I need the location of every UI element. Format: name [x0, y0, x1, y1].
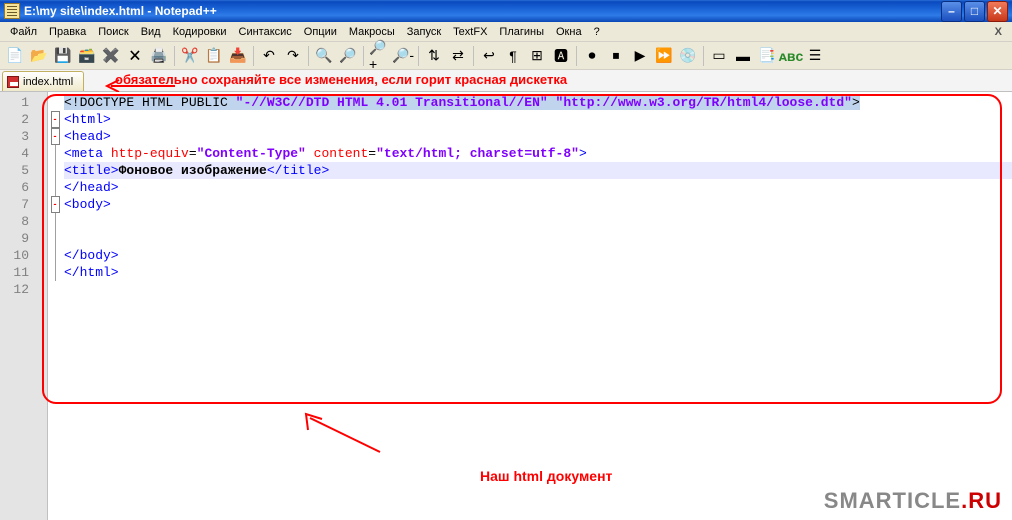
save-all-button[interactable]: 🗃️ — [76, 45, 98, 67]
unsaved-disk-icon — [7, 76, 19, 88]
toolbar: 📄 📂 💾 🗃️ ✖️ 🗙 🖨️ ✂️ 📋 📥 ↶ ↷ 🔍 🔎 🔎+ 🔎- ⇅ … — [0, 42, 1012, 70]
sync-v-button[interactable]: ⇅ — [423, 45, 445, 67]
menu-textfx[interactable]: TextFX — [447, 24, 493, 40]
menu-windows[interactable]: Окна — [550, 24, 588, 40]
misc-button[interactable]: ☰ — [804, 45, 826, 67]
new-file-button[interactable]: 📄 — [4, 45, 26, 67]
redo-button[interactable]: ↷ — [282, 45, 304, 67]
menu-view[interactable]: Вид — [135, 24, 167, 40]
lang-button[interactable]: 🅰 — [550, 45, 572, 67]
panel1-button[interactable]: ▭ — [708, 45, 730, 67]
play-multi-button[interactable]: ⏩ — [653, 45, 675, 67]
menu-macros[interactable]: Макросы — [343, 24, 401, 40]
replace-button[interactable]: 🔎 — [337, 45, 359, 67]
save-button[interactable]: 💾 — [52, 45, 74, 67]
fold-icon[interactable]: - — [51, 128, 60, 145]
menu-encoding[interactable]: Кодировки — [167, 24, 233, 40]
menu-search[interactable]: Поиск — [92, 24, 134, 40]
zoom-in-button[interactable]: 🔎+ — [368, 45, 390, 67]
tabs-row: index.html обязательно сохраняйте все из… — [0, 70, 1012, 92]
sync-h-button[interactable]: ⇄ — [447, 45, 469, 67]
line-number-gutter: 123456 789101112 — [0, 92, 48, 520]
code-area[interactable]: <!DOCTYPE HTML PUBLIC "-//W3C//DTD HTML … — [62, 92, 1012, 520]
zoom-out-button[interactable]: 🔎- — [392, 45, 414, 67]
window-titlebar: E:\my site\index.html - Notepad++ – □ ✕ — [0, 0, 1012, 22]
menu-run[interactable]: Запуск — [401, 24, 447, 40]
spellcheck-button[interactable]: ᴀʙᴄ — [780, 45, 802, 67]
cut-button[interactable]: ✂️ — [179, 45, 201, 67]
stop-macro-button[interactable]: ⏹ — [605, 45, 627, 67]
menu-plugins[interactable]: Плагины — [493, 24, 550, 40]
fold-icon[interactable]: - — [51, 111, 60, 128]
annotation-save-hint: обязательно сохраняйте все изменения, ес… — [115, 72, 567, 87]
print-button[interactable]: 🖨️ — [148, 45, 170, 67]
save-macro-button[interactable]: 💿 — [677, 45, 699, 67]
tab-index-html[interactable]: index.html — [2, 71, 84, 91]
fold-icon[interactable]: - — [51, 196, 60, 213]
show-all-chars-button[interactable]: ¶ — [502, 45, 524, 67]
indent-guide-button[interactable]: ⊞ — [526, 45, 548, 67]
paste-button[interactable]: 📥 — [227, 45, 249, 67]
close-all-button[interactable]: 🗙 — [124, 45, 146, 67]
menu-help[interactable]: ? — [588, 24, 606, 40]
fold-column: - - - — [48, 92, 62, 520]
menu-edit[interactable]: Правка — [43, 24, 92, 40]
watermark: SMARTICLE.RU — [824, 488, 1002, 514]
menu-file[interactable]: Файл — [4, 24, 43, 40]
mdi-close-icon[interactable]: X — [995, 26, 1002, 38]
close-file-button[interactable]: ✖️ — [100, 45, 122, 67]
open-file-button[interactable]: 📂 — [28, 45, 50, 67]
play-macro-button[interactable]: ▶ — [629, 45, 651, 67]
panel3-button[interactable]: 📑 — [756, 45, 778, 67]
tab-label: index.html — [23, 76, 73, 88]
minimize-button[interactable]: – — [941, 1, 962, 22]
close-button[interactable]: ✕ — [987, 1, 1008, 22]
menu-options[interactable]: Опции — [298, 24, 343, 40]
editor[interactable]: 123456 789101112 - - - <!DOCTYPE HTML PU… — [0, 92, 1012, 520]
record-macro-button[interactable]: ⏺ — [581, 45, 603, 67]
undo-button[interactable]: ↶ — [258, 45, 280, 67]
maximize-button[interactable]: □ — [964, 1, 985, 22]
menu-bar: Файл Правка Поиск Вид Кодировки Синтакси… — [0, 22, 1012, 42]
wordwrap-button[interactable]: ↩ — [478, 45, 500, 67]
menu-syntax[interactable]: Синтаксис — [233, 24, 298, 40]
panel2-button[interactable]: ▬ — [732, 45, 754, 67]
window-title: E:\my site\index.html - Notepad++ — [24, 4, 217, 18]
copy-button[interactable]: 📋 — [203, 45, 225, 67]
app-icon — [4, 3, 20, 19]
find-button[interactable]: 🔍 — [313, 45, 335, 67]
